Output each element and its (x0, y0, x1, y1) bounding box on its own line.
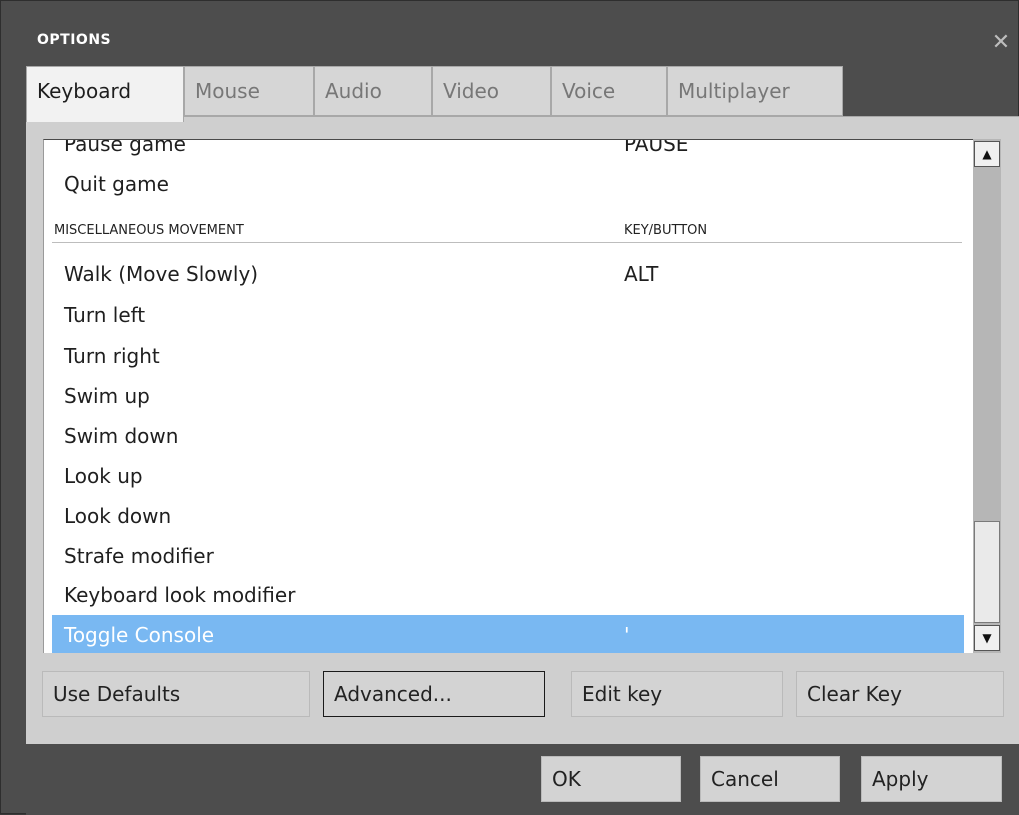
binding-action: Strafe modifier (64, 544, 214, 568)
tab-voice[interactable]: Voice (551, 66, 667, 116)
close-icon[interactable]: ✕ (987, 29, 1015, 57)
binding-action: Pause game (64, 139, 186, 156)
list-item[interactable]: Pause game PAUSE (52, 139, 964, 164)
tab-mouse[interactable]: Mouse (184, 66, 314, 116)
binding-key: ' (624, 623, 630, 647)
binding-action: Walk (Move Slowly) (64, 262, 259, 286)
tab-multiplayer[interactable]: Multiplayer (667, 66, 843, 116)
binding-action: Turn right (64, 344, 160, 368)
list-item[interactable]: Walk (Move Slowly) ALT (52, 254, 964, 294)
list-item-selected[interactable]: Toggle Console ' (52, 615, 964, 653)
list-item[interactable]: Swim up (52, 376, 964, 416)
list-item[interactable]: Keyboard look modifier (52, 575, 964, 615)
list-item[interactable]: Strafe modifier (52, 536, 964, 576)
key-column-header: KEY/BUTTON (624, 223, 708, 238)
key-binding-list[interactable]: Pause game PAUSE Quit game MISCELLANEOUS… (43, 139, 973, 653)
binding-action: Swim up (64, 384, 150, 408)
binding-action: Swim down (64, 424, 179, 448)
list-item[interactable]: Swim down (52, 416, 964, 456)
edit-key-button[interactable]: Edit key (571, 671, 783, 717)
tab-audio[interactable]: Audio (314, 66, 432, 116)
scroll-up-icon[interactable]: ▲ (974, 141, 1000, 167)
clear-key-button[interactable]: Clear Key (796, 671, 1004, 717)
options-dialog: OPTIONS ✕ Keyboard Mouse Audio Video Voi… (0, 0, 1019, 815)
section-header: MISCELLANEOUS MOVEMENT KEY/BUTTON (52, 220, 962, 243)
list-item[interactable]: Quit game (52, 164, 964, 204)
dialog-title: OPTIONS (37, 32, 112, 48)
ok-button[interactable]: OK (541, 756, 681, 802)
list-item[interactable]: Look down (52, 496, 964, 536)
list-scrollbar[interactable]: ▲ ▼ (973, 139, 1001, 653)
section-title: MISCELLANEOUS MOVEMENT (54, 223, 244, 238)
tab-keyboard[interactable]: Keyboard (26, 66, 184, 122)
binding-action: Look down (64, 504, 172, 528)
binding-key: ALT (624, 262, 659, 286)
scroll-thumb[interactable] (974, 521, 1000, 623)
list-item[interactable]: Turn right (52, 336, 964, 376)
cancel-button[interactable]: Cancel (700, 756, 840, 802)
apply-button[interactable]: Apply (861, 756, 1002, 802)
advanced-button[interactable]: Advanced... (323, 671, 545, 717)
list-item[interactable]: Turn left (52, 295, 964, 335)
scroll-down-icon[interactable]: ▼ (974, 625, 1000, 651)
binding-key: PAUSE (624, 139, 689, 156)
list-item[interactable]: Look up (52, 456, 964, 496)
binding-action: Turn left (64, 303, 146, 327)
binding-action: Toggle Console (64, 623, 215, 647)
use-defaults-button[interactable]: Use Defaults (42, 671, 310, 717)
binding-action: Look up (64, 464, 143, 488)
binding-action: Quit game (64, 172, 169, 196)
binding-action: Keyboard look modifier (64, 583, 296, 607)
tab-video[interactable]: Video (432, 66, 551, 116)
